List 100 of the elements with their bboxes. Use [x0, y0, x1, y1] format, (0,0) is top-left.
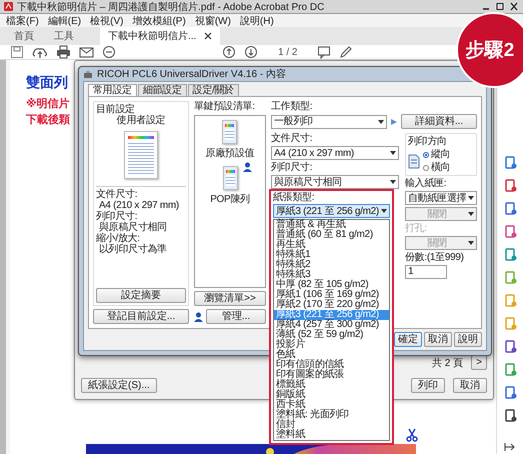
cancel-button[interactable]: 取消: [453, 378, 487, 393]
copies-field[interactable]: 1: [405, 265, 447, 279]
paper-type-dropdown[interactable]: 厚紙3 (221 至 256 g/m2): [273, 204, 390, 218]
tab[interactable]: 工具: [46, 27, 82, 45]
dropdown-option[interactable]: 塗料紙: [274, 430, 389, 440]
page-thumbnail: [222, 166, 238, 190]
close-icon[interactable]: [204, 32, 212, 40]
input-tray-dropdown[interactable]: 自動紙匣選擇: [405, 191, 477, 205]
field-label: 份數:(1至999): [405, 252, 465, 263]
tool-icon[interactable]: [504, 179, 516, 192]
dropdown-option[interactable]: 普通紙 & 再生紙: [274, 220, 389, 230]
details-button[interactable]: 詳細資料...: [401, 114, 477, 129]
tool-icon[interactable]: [504, 156, 516, 169]
tab[interactable]: 下載中秋節明信片...: [100, 27, 220, 45]
setting-label: 縮小/放大:: [96, 233, 140, 244]
browse-list-button[interactable]: 瀏覽清單>>: [194, 291, 266, 306]
dropdown-option[interactable]: 印有信頭的信紙: [274, 360, 389, 370]
field-label: 單鍵預設清單:: [194, 101, 256, 112]
field-label: 紙張類型:: [273, 192, 316, 203]
dropdown-option[interactable]: 印有圖案的紙張: [274, 370, 389, 380]
dropdown-option[interactable]: 標籤紙: [274, 380, 389, 390]
close-icon[interactable]: [509, 2, 519, 11]
menu-item[interactable]: 增效模組(P): [132, 14, 186, 28]
dropdown-option[interactable]: 中厚 (82 至 105 g/m2): [274, 280, 389, 290]
summary-button[interactable]: 設定摘要: [96, 288, 186, 303]
tab[interactable]: 首頁: [6, 27, 42, 45]
document-text: ※明信片: [26, 96, 70, 112]
arrow-down-circle-icon[interactable]: [244, 45, 258, 59]
field-label: 文件尺寸:: [271, 133, 314, 144]
dialog-button[interactable]: 確定: [394, 332, 422, 347]
caret-icon: [378, 120, 384, 124]
print-icon[interactable]: [56, 45, 71, 59]
dropdown-option[interactable]: 特殊紙2: [274, 260, 389, 270]
tool-icon[interactable]: [504, 386, 516, 399]
dialog-title: RICOH PCL6 UniversalDriver V4.16 - 內容: [97, 68, 286, 81]
radio-option[interactable]: 縱向: [423, 149, 450, 160]
dropdown-option[interactable]: 特殊紙1: [274, 250, 389, 260]
printer-icon: [83, 70, 93, 78]
zoom-out-icon[interactable]: [102, 45, 116, 59]
page-setup-button[interactable]: 紙張設定(S)...: [81, 378, 157, 393]
dropdown-option[interactable]: 薄紙 (52 至 59 g/m2): [274, 330, 389, 340]
document-text: 雙面列: [26, 74, 68, 92]
dropdown-option[interactable]: 厚紙1 (106 至 169 g/m2): [274, 290, 389, 300]
job-type-dropdown[interactable]: 一般列印: [271, 114, 387, 128]
caret-icon: [390, 151, 396, 155]
next-page-button[interactable]: >: [471, 355, 487, 370]
dropdown-option[interactable]: 厚紙4 (257 至 300 g/m2): [274, 320, 389, 330]
pdf-icon: [4, 2, 13, 11]
menu-item[interactable]: 說明(H): [240, 14, 274, 28]
menu-item[interactable]: 檔案(F): [6, 14, 39, 28]
group-label: 列印方向: [408, 136, 448, 147]
maximize-icon[interactable]: [495, 2, 505, 11]
tool-icon[interactable]: [504, 409, 516, 422]
dropdown-option[interactable]: 普通紙 (60 至 81 g/m2): [274, 230, 389, 240]
dropdown-option[interactable]: 信封: [274, 420, 389, 430]
print-button[interactable]: 列印: [411, 378, 445, 393]
preset-item[interactable]: 原廠預設值: [206, 120, 254, 160]
tab[interactable]: 細節設定: [138, 84, 187, 96]
tool-icon[interactable]: [504, 340, 516, 353]
collapse-arrow-icon[interactable]: [504, 442, 516, 452]
caret-icon: [381, 209, 387, 213]
dialog-button[interactable]: 取消: [424, 332, 452, 347]
save-icon[interactable]: [10, 45, 24, 59]
tab[interactable]: 常用設定: [88, 84, 137, 96]
mail-icon[interactable]: [79, 45, 94, 59]
dropdown-option[interactable]: 塗料紙: 光面列印: [274, 410, 389, 420]
arrow-up-circle-icon[interactable]: [222, 45, 236, 59]
menu-item[interactable]: 檢視(V): [90, 14, 124, 28]
register-button[interactable]: 登記目前設定...: [93, 309, 189, 324]
dropdown-option[interactable]: 再生紙: [274, 240, 389, 250]
tool-icon[interactable]: [504, 202, 516, 215]
setting-value: 與原稿尺寸相同: [99, 222, 168, 233]
dialog-button[interactable]: 說明: [454, 332, 482, 347]
field-label: 打孔:: [405, 223, 428, 234]
comment-icon[interactable]: [317, 45, 332, 59]
dropdown-option[interactable]: 西卡紙: [274, 400, 389, 410]
dropdown-option[interactable]: 投影片: [274, 340, 389, 350]
preset-item[interactable]: POP陳列: [210, 166, 250, 206]
field-label: 輸入紙匣:: [405, 178, 448, 189]
dropdown-option[interactable]: 色紙: [274, 350, 389, 360]
portrait-page-icon: [408, 154, 420, 168]
tool-icon[interactable]: [504, 225, 516, 238]
document-size-dropdown[interactable]: A4 (210 x 297 mm): [271, 146, 399, 160]
upload-icon[interactable]: [32, 45, 48, 59]
print-size-dropdown[interactable]: 與原稿尺寸相同: [271, 175, 399, 189]
tab[interactable]: 設定/關於: [188, 84, 239, 96]
menu-item[interactable]: 視窗(W): [194, 14, 231, 28]
manage-button[interactable]: 管理...: [206, 309, 266, 324]
dropdown-option[interactable]: 特殊紙3: [274, 270, 389, 280]
dropdown-option[interactable]: 厚紙2 (170 至 220 g/m2): [274, 300, 389, 310]
menu-item[interactable]: 編輯(E): [48, 14, 82, 28]
setting-label: 列印尺寸:: [96, 211, 138, 222]
person-icon: [194, 312, 203, 322]
radio-option[interactable]: 橫向: [423, 162, 450, 173]
scissors-icon: [406, 428, 418, 442]
setting-label: 文件尺寸:: [96, 189, 138, 200]
dropdown-option[interactable]: 銅版紙: [274, 390, 389, 400]
caret-icon: [390, 180, 396, 184]
group-label: 目前設定: [96, 104, 136, 115]
pen-icon[interactable]: [339, 45, 354, 59]
